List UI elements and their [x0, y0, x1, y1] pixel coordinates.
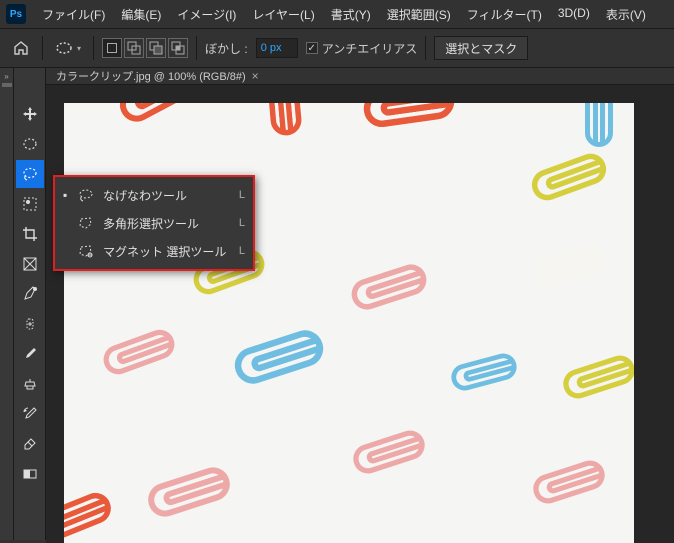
home-button[interactable]	[8, 35, 34, 61]
collapsed-panel-strip[interactable]: »	[0, 68, 14, 540]
select-and-mask-button[interactable]: 選択とマスク	[434, 36, 528, 60]
paperclip-image-element	[560, 352, 634, 403]
marquee-tool[interactable]	[16, 130, 44, 158]
menu-item[interactable]: ファイル(F)	[34, 1, 113, 28]
flyout-item-label: 多角形選択ツール	[103, 215, 231, 232]
selection-mode-group	[102, 38, 188, 58]
document-tab[interactable]: カラークリップ.jpg @ 100% (RGB/8#) ×	[46, 68, 674, 85]
paperclip-image-element	[448, 351, 519, 394]
paperclip-image-element	[144, 463, 234, 521]
document-image[interactable]	[64, 103, 634, 543]
toolbox	[14, 68, 46, 540]
menu-item[interactable]: 書式(Y)	[323, 1, 379, 28]
quick-selection-tool[interactable]	[16, 190, 44, 218]
feather-input[interactable]	[256, 38, 298, 58]
selection-subtract-button[interactable]	[146, 38, 166, 58]
tool-icon	[77, 216, 95, 230]
feather-label: ぼかし :	[205, 40, 248, 57]
history-brush-tool[interactable]	[16, 400, 44, 428]
crop-tool[interactable]	[16, 220, 44, 248]
paperclip-image-element	[114, 103, 204, 128]
paperclip-image-element	[530, 457, 609, 508]
menu-item[interactable]: レイヤー(L)	[244, 1, 322, 28]
flyout-item[interactable]: 多角形選択ツール L	[55, 209, 253, 237]
clone-stamp-tool[interactable]	[16, 370, 44, 398]
healing-brush-tool[interactable]	[16, 310, 44, 338]
move-tool[interactable]	[16, 100, 44, 128]
paperclip-image-element	[99, 326, 178, 379]
paperclip-image-element	[350, 427, 429, 478]
lasso-tool[interactable]	[16, 160, 44, 188]
paperclip-image-element	[585, 103, 613, 147]
menu-item[interactable]: 表示(V)	[598, 1, 654, 28]
paperclip-image-element	[528, 149, 611, 204]
paperclip-image-element	[64, 488, 115, 543]
paperclip-image-element	[531, 243, 606, 291]
menu-item[interactable]: フィルター(T)	[459, 1, 550, 28]
menu-item[interactable]: 3D(D)	[550, 1, 598, 28]
menu-item[interactable]: イメージ(I)	[169, 1, 244, 28]
tool-icon	[77, 188, 95, 202]
brush-tool[interactable]	[16, 340, 44, 368]
lasso-tool-flyout: ▪ なげなわツール L 多角形選択ツール L マグネット 選択ツール L	[53, 175, 255, 271]
flyout-item-shortcut: L	[239, 189, 245, 201]
expand-panel-icon[interactable]: »	[4, 72, 8, 81]
flyout-item-label: なげなわツール	[103, 187, 231, 204]
panel-grip-icon	[2, 83, 12, 87]
selection-intersect-button[interactable]	[168, 38, 188, 58]
options-bar: ▾ ぼかし : アンチエイリアス 選択とマスク	[0, 28, 674, 68]
paperclip-image-element	[265, 103, 302, 137]
flyout-item[interactable]: マグネット 選択ツール L	[55, 237, 253, 265]
antialias-label: アンチエイリアス	[322, 40, 418, 57]
flyout-item-shortcut: L	[239, 245, 245, 257]
document-tab-title: カラークリップ.jpg @ 100% (RGB/8#)	[56, 68, 246, 84]
tool-preset-dropdown[interactable]: ▾	[51, 35, 85, 61]
close-tab-icon[interactable]: ×	[252, 69, 259, 83]
menubar: Ps ファイル(F)編集(E)イメージ(I)レイヤー(L)書式(Y)選択範囲(S…	[0, 0, 674, 28]
antialias-checkbox[interactable]	[306, 42, 318, 54]
selection-add-button[interactable]	[124, 38, 144, 58]
flyout-item[interactable]: ▪ なげなわツール L	[55, 181, 253, 209]
tool-icon	[77, 244, 95, 258]
selection-new-button[interactable]	[102, 38, 122, 58]
eyedropper-tool[interactable]	[16, 280, 44, 308]
ps-logo-icon: Ps	[6, 4, 26, 24]
flyout-item-label: マグネット 選択ツール	[103, 243, 231, 260]
eraser-tool[interactable]	[16, 430, 44, 458]
frame-tool[interactable]	[16, 250, 44, 278]
paperclip-image-element	[361, 103, 456, 129]
paperclip-image-element	[348, 260, 431, 313]
gradient-tool[interactable]	[16, 460, 44, 488]
active-marker-icon: ▪	[63, 188, 69, 202]
flyout-item-shortcut: L	[239, 217, 245, 229]
menu-item[interactable]: 選択範囲(S)	[379, 1, 459, 28]
paperclip-image-element	[230, 326, 328, 389]
canvas-area	[46, 85, 674, 543]
menu-item[interactable]: 編集(E)	[113, 1, 169, 28]
